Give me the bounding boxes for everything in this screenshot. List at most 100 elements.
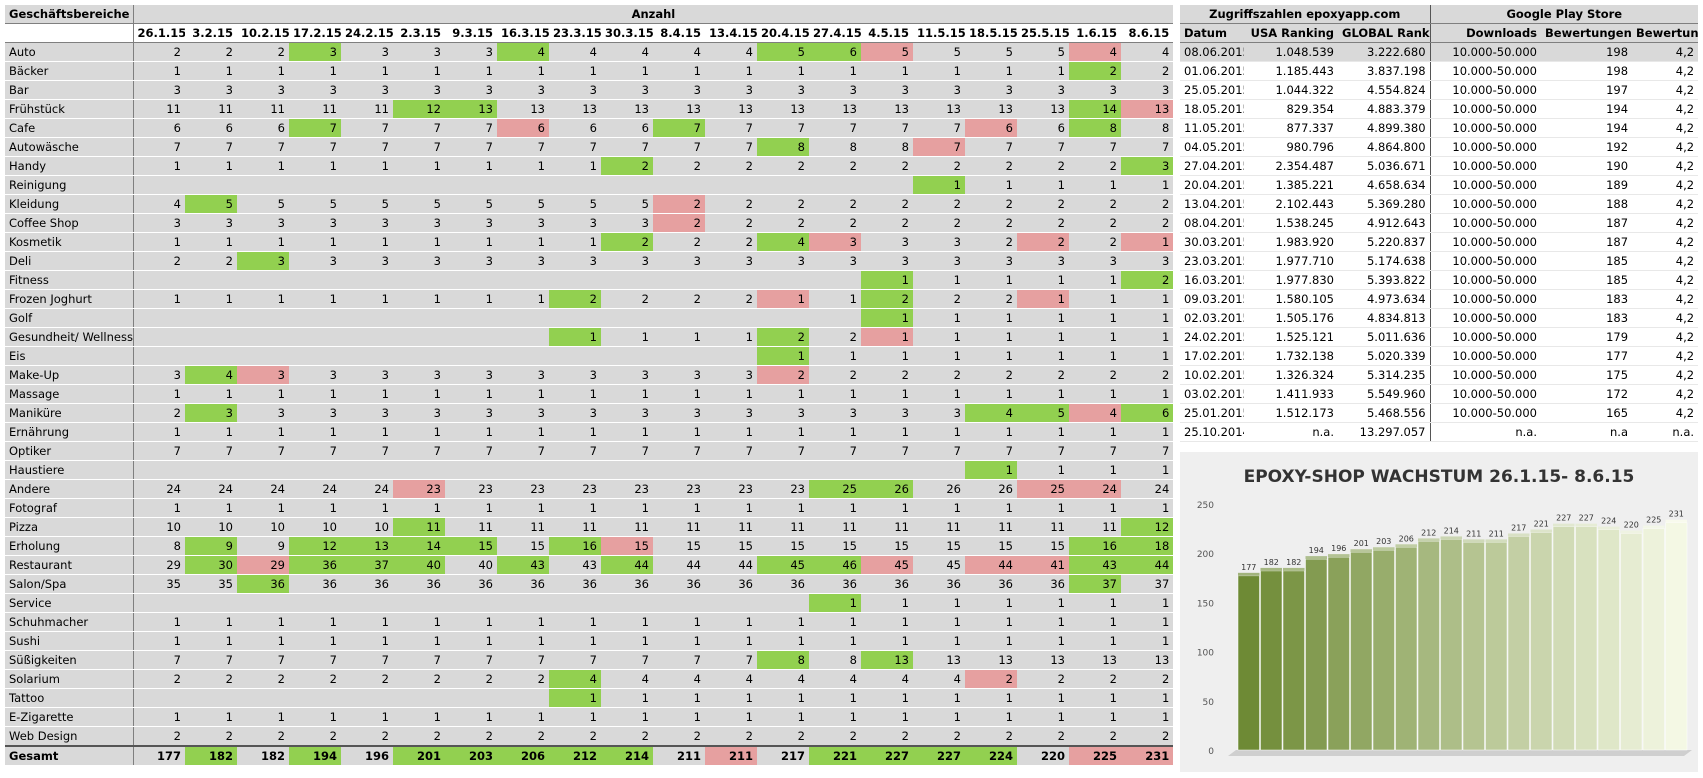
count-cell: 7 (185, 441, 237, 462)
ranking-cell: 10.000-50.000 (1430, 61, 1542, 82)
count-cell: 2 (861, 156, 913, 177)
count-cell (445, 593, 497, 614)
count-cell: 7 (965, 137, 1017, 158)
ranking-cell: 04.05.2015 (1180, 137, 1244, 158)
count-cell (289, 270, 341, 291)
count-cell: 2 (913, 726, 965, 747)
count-cell: 7 (1069, 441, 1121, 462)
count-cell: 2 (809, 156, 861, 177)
count-cell: 4 (549, 669, 601, 690)
ranking-cell: 185 (1541, 251, 1633, 272)
count-cell: 1 (705, 688, 757, 709)
count-cell: 2 (1121, 726, 1174, 747)
date-header: 1.6.15 (1069, 23, 1121, 44)
count-cell (133, 346, 185, 367)
count-cell: 2 (1017, 232, 1069, 253)
count-cell: 1 (341, 289, 393, 310)
total-cell: 182 (185, 745, 237, 766)
ranking-row: 04.05.2015 980.796 4.864.800 10.000-50.000 1… (1180, 137, 1699, 158)
count-cell: 7 (289, 137, 341, 158)
count-cell: 24 (341, 479, 393, 500)
count-cell: 7 (653, 441, 705, 462)
ranking-cell: 1.977.710 (1244, 251, 1338, 272)
count-cell: 2 (1121, 270, 1174, 291)
count-cell: 5 (1017, 403, 1069, 424)
count-cell: 1 (341, 631, 393, 652)
count-cell: 2 (705, 156, 757, 177)
count-cell: 1 (185, 61, 237, 82)
count-cell: 11 (289, 99, 341, 120)
date-header: 24.2.15 (341, 23, 393, 44)
ranking-cell: 02.03.2015 (1180, 308, 1244, 329)
ranking-cell: 192 (1541, 137, 1633, 158)
bar (1260, 570, 1283, 751)
count-cell: 1 (497, 422, 549, 443)
date-header: 8.6.15 (1121, 23, 1174, 44)
ranking-cell: 177 (1541, 346, 1633, 367)
count-cell: 4 (549, 42, 601, 63)
count-cell: 2 (1069, 365, 1121, 386)
count-cell: 2 (341, 726, 393, 747)
count-cell: 5 (185, 194, 237, 215)
count-cell: 7 (289, 441, 341, 462)
date-header: 3.2.15 (185, 23, 237, 44)
bar (1575, 526, 1598, 751)
count-cell: 11 (133, 99, 185, 120)
count-cell (341, 175, 393, 196)
count-cell (653, 346, 705, 367)
count-cell (393, 308, 445, 329)
y-tick-label: 0 (1208, 747, 1214, 757)
count-cell: 4 (1069, 42, 1121, 63)
count-cell: 1 (185, 384, 237, 405)
ranking-cell: 10.000-50.000 (1430, 327, 1542, 348)
count-cell: 13 (549, 99, 601, 120)
count-cell: 1 (237, 61, 289, 82)
count-cell: 7 (861, 118, 913, 139)
ranking-cell: 4,2 (1632, 213, 1699, 234)
ranking-row: 30.03.2015 1.983.920 5.220.837 10.000-50.00… (1180, 232, 1699, 253)
count-cell: 7 (185, 137, 237, 158)
count-cell: 3 (445, 251, 497, 272)
count-cell: 3 (133, 80, 185, 101)
ranking-cell: 185 (1541, 270, 1633, 291)
count-cell: 1 (497, 707, 549, 728)
count-cell: 7 (757, 118, 809, 139)
count-cell: 1 (1017, 593, 1069, 614)
traffic-header: Zugriffszahlen epoxyapp.com (1180, 5, 1431, 25)
count-cell: 45 (861, 555, 913, 576)
ranking-row: 24.02.2015 1.525.121 5.011.636 10.000-50.00… (1180, 327, 1699, 348)
ranking-cell: 10.000-50.000 (1430, 42, 1542, 63)
count-cell: 2 (1069, 232, 1121, 253)
count-cell: 3 (913, 403, 965, 424)
count-cell (445, 270, 497, 291)
count-cell (445, 308, 497, 329)
count-cell: 3 (913, 232, 965, 253)
ranking-cell: 4.864.800 (1338, 137, 1431, 158)
count-cell (497, 460, 549, 481)
count-cell: 1 (861, 612, 913, 633)
ranking-cell: 01.06.2015 (1180, 61, 1244, 82)
category-name: Autowäsche (5, 137, 134, 158)
count-cell (653, 270, 705, 291)
bar-top (1283, 567, 1305, 571)
count-cell (341, 460, 393, 481)
count-cell: 14 (393, 536, 445, 557)
category-row: Massage 1 1 1 1 1 1 1 1 1 1 1 1 1 1 1 1 1 1 1 1 (5, 384, 1174, 405)
count-cell: 6 (133, 118, 185, 139)
date-header: 26.1.15 (133, 23, 185, 44)
count-cell: 30 (185, 555, 237, 576)
total-cell: 227 (861, 745, 913, 766)
count-cell: 3 (185, 80, 237, 101)
count-cell: 8 (757, 137, 809, 158)
count-cell: 1 (1069, 346, 1121, 367)
category-row: Kosmetik 1 1 1 1 1 1 1 1 1 2 2 2 4 3 3 3 2 2 2 1 (5, 232, 1174, 253)
count-cell: 36 (601, 574, 653, 595)
count-cell: 4 (1069, 403, 1121, 424)
count-cell: 7 (549, 441, 601, 462)
ranking-cell: 187 (1541, 213, 1633, 234)
count-cell: 7 (445, 441, 497, 462)
count-cell: 7 (757, 441, 809, 462)
count-cell: 1 (445, 612, 497, 633)
bar-value-label: 221 (1534, 520, 1549, 529)
count-cell: 1 (809, 707, 861, 728)
